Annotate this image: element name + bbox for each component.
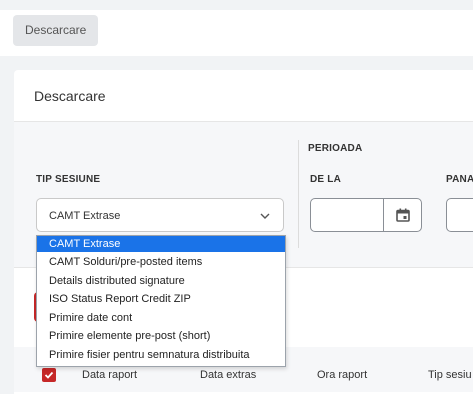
pana-date-input[interactable] [446, 198, 473, 232]
tip-sesiune-dropdown: CAMT Extrase CAMT Solduri/pre-posted ite… [36, 235, 286, 367]
de-la-date-input[interactable] [310, 198, 422, 232]
option-camt-extrase[interactable]: CAMT Extrase [37, 236, 285, 252]
column-tip-sesiune[interactable]: Tip sesiu [428, 369, 472, 381]
card-header: Descarcare [14, 70, 473, 122]
option-primire-elemente-pre-post[interactable]: Primire elemente pre-post (short) [37, 328, 285, 344]
breadcrumb-descarcare[interactable]: Descarcare [13, 15, 99, 46]
tip-sesiune-value: CAMT Extrase [49, 210, 121, 222]
option-primire-fisier-semnatura[interactable]: Primire fisier pentru semnatura distribu… [37, 347, 285, 363]
perioada-label: PERIOADA [308, 143, 363, 154]
breadcrumb-bar: Descarcare [0, 10, 473, 56]
option-iso-status-report[interactable]: ISO Status Report Credit ZIP [37, 291, 285, 307]
column-ora-raport[interactable]: Ora raport [317, 369, 367, 381]
de-la-label: DE LA [310, 174, 341, 185]
option-primire-date-cont[interactable]: Primire date cont [37, 310, 285, 326]
check-icon [44, 371, 54, 379]
tip-sesiune-label: TIP SESIUNE [36, 174, 101, 185]
chevron-down-icon [259, 209, 271, 221]
option-camt-solduri[interactable]: CAMT Solduri/pre-posted items [37, 254, 285, 270]
pana-label: PANA [446, 174, 473, 185]
column-data-raport[interactable]: Data raport [82, 369, 137, 381]
tip-sesiune-select[interactable]: CAMT Extrase [36, 198, 284, 232]
card-title: Descarcare [34, 88, 106, 104]
select-all-checkbox[interactable] [42, 368, 56, 382]
divider [298, 140, 299, 248]
de-la-calendar-button[interactable] [383, 199, 421, 231]
option-details-distributed-signature[interactable]: Details distributed signature [37, 273, 285, 289]
calendar-icon [396, 208, 410, 222]
column-data-extras[interactable]: Data extras [200, 369, 256, 381]
